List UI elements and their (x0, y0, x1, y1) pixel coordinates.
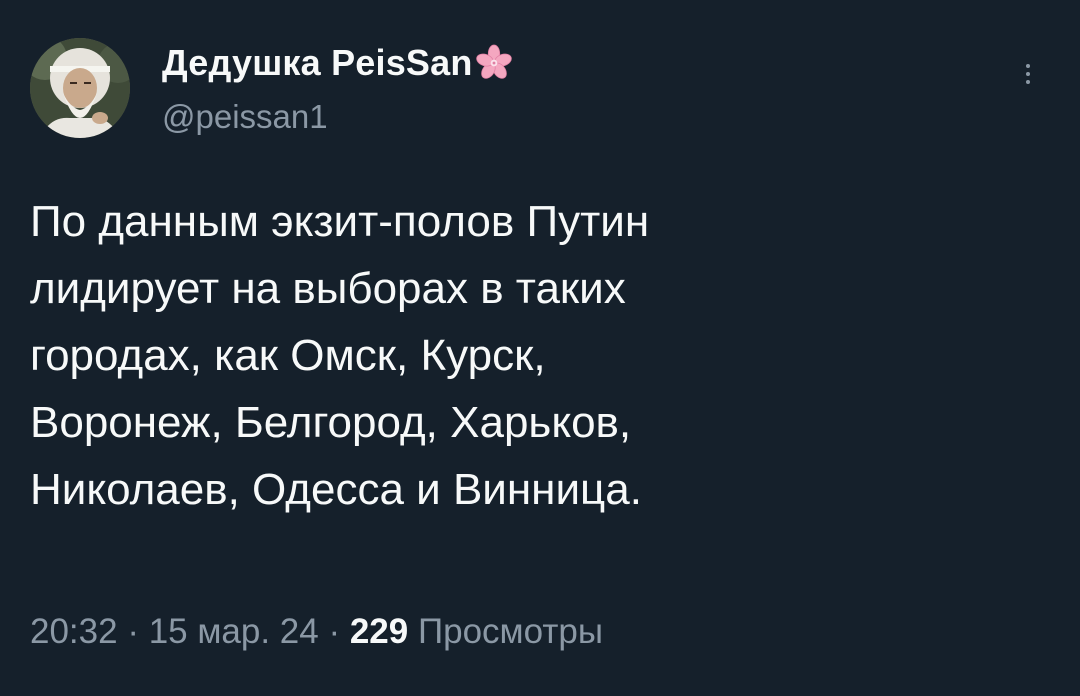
avatar-image (30, 38, 130, 138)
tweet-text-line: Воронеж, Белгород, Харьков, (30, 398, 632, 447)
tweet-time[interactable]: 20:32 (30, 612, 118, 651)
tweet-card: Дедушка PeisSan @peissan1 По данным экзи… (0, 0, 1080, 696)
views-label: Просмотры (408, 612, 603, 651)
tweet-date[interactable]: 15 мар. 24 (149, 612, 319, 651)
tweet-text-line: лидирует на выборах в таких (30, 264, 626, 313)
views-count[interactable]: 229 (350, 612, 408, 651)
sakura-flower-icon (475, 44, 513, 82)
author-name-row: Дедушка PeisSan (162, 40, 513, 86)
tweet-text-line: По данным экзит-полов Путин (30, 197, 650, 246)
author-display-name[interactable]: Дедушка PeisSan (162, 42, 473, 84)
tweet-text-line: городах, как Омск, Курск, (30, 331, 546, 380)
avatar[interactable] (30, 38, 130, 138)
separator-dot: · (117, 612, 149, 651)
tweet-text-line: Николаев, Одесса и Винница. (30, 465, 642, 514)
author-handle[interactable]: @peissan1 (162, 98, 328, 136)
separator-dot: · (318, 612, 350, 651)
more-vertical-icon[interactable] (1016, 60, 1040, 96)
tweet-text: По данным экзит-полов Путин лидирует на … (30, 188, 1020, 523)
tweet-meta: 20:32 · 15 мар. 24 · 229 Просмотры (30, 612, 603, 652)
